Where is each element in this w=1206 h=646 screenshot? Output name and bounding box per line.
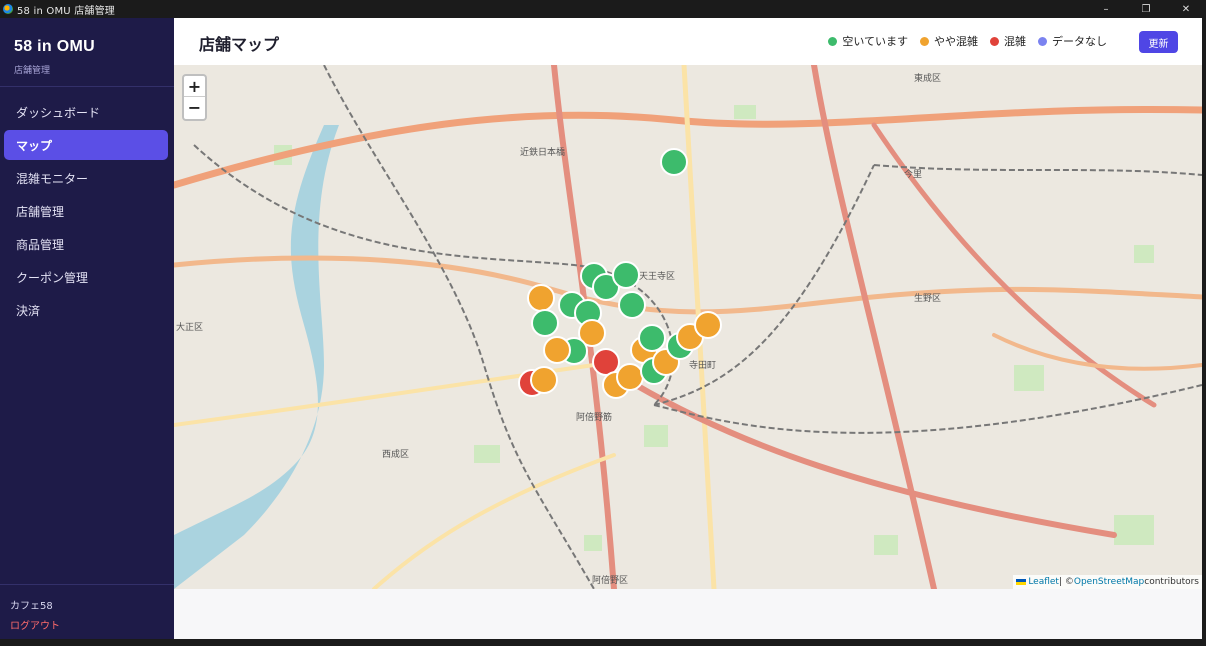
store-marker[interactable] (616, 363, 644, 391)
store-marker[interactable] (618, 291, 646, 319)
map-attribution: Leaflet | © OpenStreetMap contributors (1013, 575, 1202, 589)
svg-text:阿倍野筋: 阿倍野筋 (576, 411, 612, 423)
svg-text:今里: 今里 (904, 168, 922, 180)
svg-text:西成区: 西成区 (382, 448, 409, 460)
zoom-control: + − (182, 74, 207, 121)
sidebar-item-payment[interactable]: 決済 (4, 295, 168, 325)
svg-text:寺田町: 寺田町 (689, 360, 716, 371)
legend-dot-crowded (990, 36, 999, 46)
sidebar: 58 in OMU 店舗管理 ダッシュボード マップ 混雑モニター 店舗管理 商… (0, 18, 174, 639)
window-title: 58 in OMU 店舗管理 (17, 5, 115, 17)
main-content: 店舗マップ 空いています やや混雑 混雑 データなし 更新 東成区 生野区 大正… (174, 18, 1202, 639)
legend-dot-busy (920, 36, 929, 46)
legend-dot-no-data (1038, 36, 1047, 46)
window-controls: – ❐ ✕ (1086, 0, 1206, 18)
window-border (1202, 18, 1206, 639)
attribution-suffix: contributors (1144, 577, 1199, 587)
sidebar-item-coupon-management[interactable]: クーポン管理 (4, 262, 168, 292)
page-title: 店舗マップ (199, 35, 280, 54)
attribution-separator: | © (1058, 577, 1074, 587)
brand: 58 in OMU 店舗管理 (0, 18, 174, 87)
sidebar-item-product-management[interactable]: 商品管理 (4, 229, 168, 259)
svg-text:東成区: 東成区 (914, 72, 941, 84)
restore-icon[interactable]: ❐ (1126, 0, 1166, 18)
svg-text:生野区: 生野区 (914, 292, 941, 304)
legend-label-crowded: 混雑 (1004, 35, 1026, 48)
svg-text:近鉄日本橋: 近鉄日本橋 (520, 146, 565, 158)
zoom-out-button[interactable]: − (184, 97, 205, 118)
sidebar-item-store-management[interactable]: 店舗管理 (4, 196, 168, 226)
store-marker[interactable] (531, 309, 559, 337)
page-header: 店舗マップ 空いています やや混雑 混雑 データなし 更新 (174, 18, 1202, 65)
sidebar-item-map[interactable]: マップ (4, 130, 168, 160)
svg-text:大正区: 大正区 (176, 321, 203, 333)
legend-item-no-data: データなし (1038, 33, 1107, 49)
sidebar-item-dashboard[interactable]: ダッシュボード (4, 97, 168, 127)
legend-label-no-data: データなし (1052, 35, 1107, 48)
store-marker[interactable] (660, 148, 688, 176)
store-marker[interactable] (543, 336, 571, 364)
legend-item-busy: やや混雑 (920, 33, 978, 49)
legend-label-empty: 空いています (842, 35, 908, 48)
store-marker[interactable] (694, 311, 722, 339)
close-icon[interactable]: ✕ (1166, 0, 1206, 18)
osm-link[interactable]: OpenStreetMap (1074, 577, 1144, 587)
store-marker[interactable] (612, 261, 640, 289)
brand-title: 58 in OMU (14, 38, 95, 55)
store-marker[interactable] (638, 324, 666, 352)
legend-label-busy: やや混雑 (934, 35, 978, 48)
app-icon (3, 4, 13, 14)
refresh-button[interactable]: 更新 (1139, 31, 1178, 53)
leaflet-link[interactable]: Leaflet (1028, 577, 1059, 587)
current-store-name: カフェ58 (10, 601, 53, 612)
sidebar-nav: ダッシュボード マップ 混雑モニター 店舗管理 商品管理 クーポン管理 決済 (0, 97, 174, 325)
logout-link[interactable]: ログアウト (10, 617, 60, 632)
legend-item-empty: 空いています (828, 33, 908, 49)
taskbar-edge (0, 639, 1206, 646)
ukraine-flag-icon (1016, 579, 1027, 585)
sidebar-item-congestion-monitor[interactable]: 混雑モニター (4, 163, 168, 193)
store-marker[interactable] (530, 366, 558, 394)
brand-subtitle: 店舗管理 (14, 66, 51, 76)
minimize-icon[interactable]: – (1086, 0, 1126, 18)
store-marker[interactable] (527, 284, 555, 312)
below-map-area (174, 589, 1202, 639)
store-map[interactable]: 東成区 生野区 大正区 西成区 阿倍野区 天王寺区 近鉄日本橋 阿倍野筋 今里 … (174, 65, 1202, 589)
legend-dot-empty (828, 36, 838, 46)
sidebar-footer: カフェ58 ログアウト (0, 584, 174, 639)
window-titlebar: 58 in OMU 店舗管理 – ❐ ✕ (0, 0, 1206, 18)
svg-text:天王寺区: 天王寺区 (639, 271, 675, 282)
svg-text:阿倍野区: 阿倍野区 (592, 574, 628, 586)
legend-item-crowded: 混雑 (990, 33, 1026, 49)
status-legend: 空いています やや混雑 混雑 データなし (816, 33, 1107, 49)
map-tiles: 東成区 生野区 大正区 西成区 阿倍野区 天王寺区 近鉄日本橋 阿倍野筋 今里 … (174, 65, 1202, 589)
zoom-in-button[interactable]: + (184, 76, 205, 97)
